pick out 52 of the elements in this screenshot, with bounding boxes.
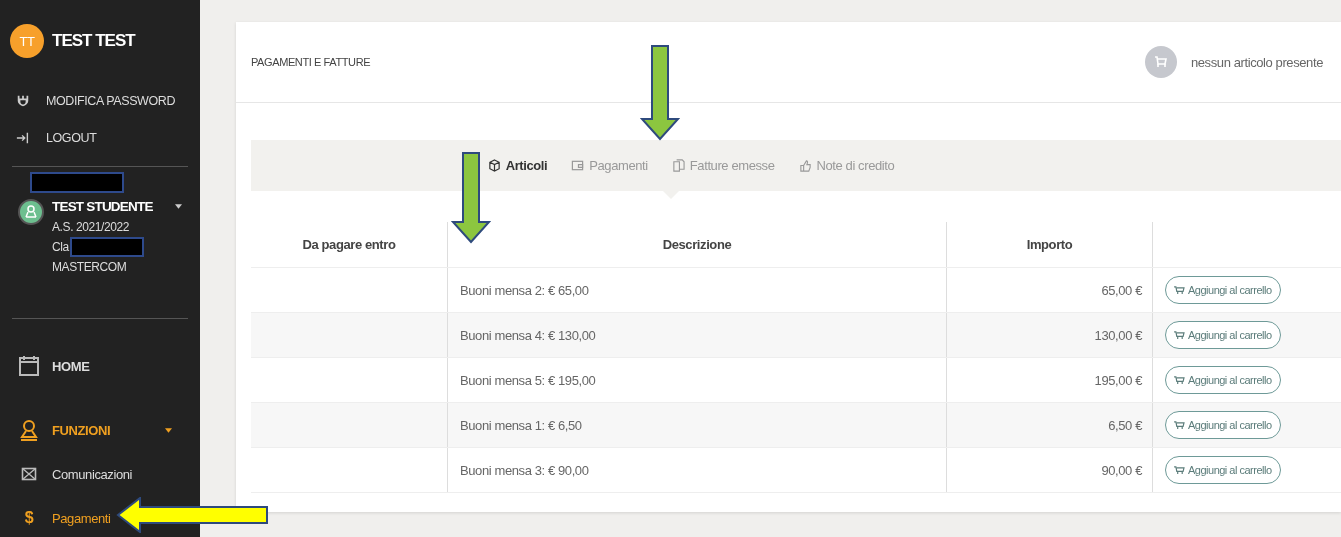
tab[interactable]: Fatture emesse <box>671 158 775 173</box>
table-cell: 195,00 € <box>946 357 1153 403</box>
nav-item[interactable]: HOME <box>10 341 92 391</box>
table-cell: Buoni mensa 5: € 195,00 <box>447 357 947 403</box>
tab[interactable]: Pagamenti <box>571 158 648 173</box>
thumb-icon <box>798 159 812 172</box>
cart-icon <box>1174 375 1185 385</box>
documents-icon <box>671 159 685 172</box>
caret-icon <box>165 427 172 433</box>
column-header: Da pagare entro <box>251 222 448 268</box>
school-year: A.S. 2021/2022 <box>52 220 130 234</box>
nav-item[interactable]: $ Pagamenti <box>10 496 113 537</box>
person-icon <box>18 419 40 441</box>
box-icon <box>487 159 501 172</box>
table-cell: 90,00 € <box>946 447 1153 493</box>
nav-item[interactable]: FUNZIONI <box>10 408 190 452</box>
table-cell: Buoni mensa 1: € 6,50 <box>447 402 947 448</box>
account-menu-item[interactable]: LOGOUT <box>16 129 190 147</box>
cart-icon <box>1174 420 1185 430</box>
table-cell: Buoni mensa 3: € 90,00 <box>447 447 947 493</box>
caret-icon[interactable] <box>175 204 182 209</box>
page-title: PAGAMENTI E FATTURE <box>251 56 371 68</box>
cart-icon <box>1174 465 1185 475</box>
cart-icon <box>1174 330 1185 340</box>
add-to-cart-button[interactable]: Aggiungi al carrello <box>1165 456 1281 484</box>
shield-icon <box>16 94 30 108</box>
dollar-icon: $ <box>18 509 40 527</box>
add-to-cart-button[interactable]: Aggiungi al carrello <box>1165 276 1281 304</box>
tab[interactable]: Note di credito <box>798 158 895 173</box>
student-avatar[interactable] <box>18 199 44 225</box>
calendar-icon <box>18 355 40 377</box>
table-cell: 130,00 € <box>946 312 1153 358</box>
table-cell: 6,50 € <box>946 402 1153 448</box>
table-cell: 65,00 € <box>946 267 1153 313</box>
nav-item[interactable]: Comunicazioni <box>10 452 135 496</box>
account-menu-item[interactable]: MODIFICA PASSWORD <box>16 92 190 110</box>
user-name: TEST TEST <box>52 31 135 51</box>
envelope-icon <box>21 466 37 482</box>
student-name: TEST STUDENTE <box>52 199 153 214</box>
wallet-icon <box>571 159 585 172</box>
add-to-cart-button[interactable]: Aggiungi al carrello <box>1165 411 1281 439</box>
table-cell: Buoni mensa 2: € 65,00 <box>447 267 947 313</box>
logout-icon <box>16 131 30 145</box>
add-to-cart-button[interactable]: Aggiungi al carrello <box>1165 321 1281 349</box>
column-header: Importo <box>946 222 1153 268</box>
add-to-cart-button[interactable]: Aggiungi al carrello <box>1165 366 1281 394</box>
tab[interactable]: Articoli <box>487 158 548 173</box>
cart-icon <box>1174 285 1185 295</box>
class-label: Cla <box>52 240 69 254</box>
table-cell: Buoni mensa 4: € 130,00 <box>447 312 947 358</box>
school-name: MASTERCOM <box>52 260 127 274</box>
cart-status: nessun articolo presente <box>1190 54 1323 70</box>
